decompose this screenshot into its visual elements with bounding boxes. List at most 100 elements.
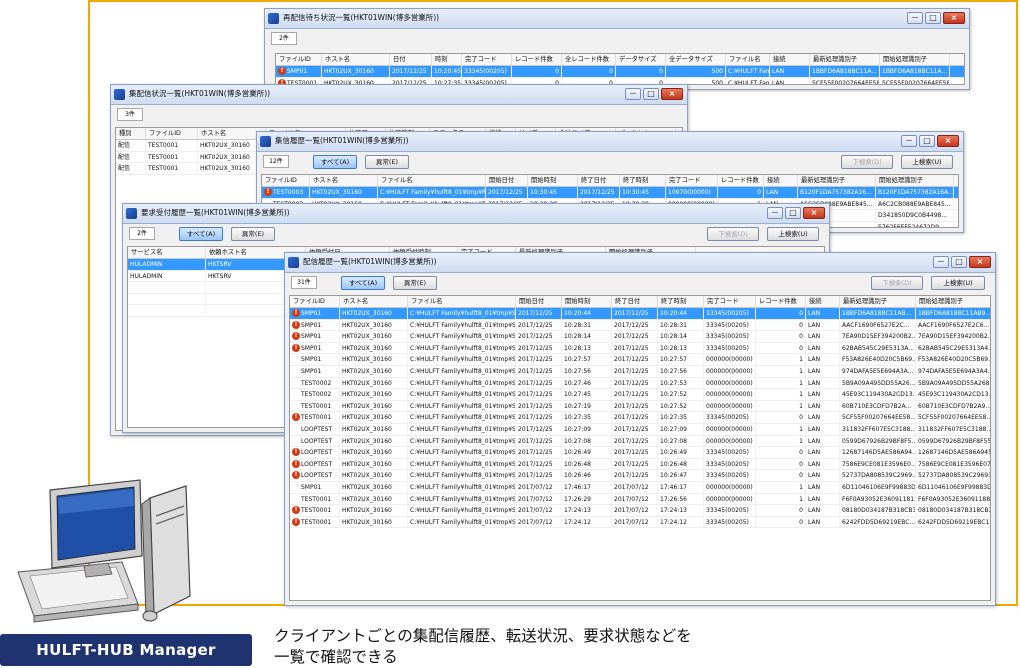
maximize-icon[interactable]: □ bbox=[925, 12, 941, 24]
column-header[interactable]: 接続 bbox=[764, 175, 798, 186]
table-row[interactable]: TEST0001 HKT02UX_30160 C:¥HULFT Family¥hul… bbox=[290, 400, 990, 413]
table-cell: 2017/12/25 bbox=[516, 319, 562, 331]
table-row[interactable]: TEST0002 HKT02UX_30160 C:¥HULFT Family¥hul… bbox=[290, 389, 990, 401]
column-header[interactable]: データサイズ bbox=[616, 54, 666, 65]
column-header[interactable]: ファイルID bbox=[276, 54, 322, 65]
column-header[interactable]: 開始日付 bbox=[486, 175, 528, 186]
title-bar[interactable]: 再配信待ち状況一覧(HKT01WIN(博多営業所)) － □ × bbox=[265, 9, 969, 29]
maximize-icon[interactable]: □ bbox=[643, 88, 659, 100]
column-header[interactable]: 開始処理識別子 bbox=[880, 54, 950, 65]
column-header[interactable]: 開始日付 bbox=[516, 296, 562, 307]
close-icon[interactable]: × bbox=[969, 256, 991, 268]
title-bar[interactable]: 集配信状況一覧(HKT01WIN(博多営業所)) － □ × bbox=[111, 85, 687, 105]
search-up-button[interactable]: 上検索(U) bbox=[901, 155, 953, 169]
table-row[interactable]: SMP01 HKT02UX_30160 C:¥HULFT Family¥hulft8… bbox=[290, 365, 990, 378]
cell-text: 6D11046106E9F99883D... bbox=[918, 483, 991, 491]
table-row[interactable]: SMP01 HKT02UX_30160 C:¥HULFT Family¥hulft8… bbox=[290, 481, 991, 494]
table-row[interactable]: ! SMP01 HKT02UX_30160 C:¥HULFT Family¥hulft… bbox=[290, 308, 990, 320]
table-row[interactable]: ! SMP01 HKT02UX_30160 C:¥HULFT Family¥hulft… bbox=[290, 319, 990, 332]
column-header[interactable]: ファイルID bbox=[262, 175, 310, 186]
column-header[interactable]: 開始時刻 bbox=[562, 296, 612, 307]
column-header[interactable]: 日付 bbox=[390, 54, 432, 65]
column-header[interactable]: 最新処理識別子 bbox=[810, 54, 880, 65]
maximize-icon[interactable]: □ bbox=[919, 135, 935, 147]
cell-text: 2017/12/25 bbox=[614, 425, 649, 433]
table-row[interactable]: ! TEST0003 HKT02UX_30160 C:¥HULFT Family¥hu… bbox=[262, 187, 958, 199]
column-header[interactable]: サービス名 bbox=[128, 247, 206, 258]
column-header[interactable]: 接続 bbox=[806, 296, 840, 307]
column-header[interactable]: 終了時刻 bbox=[658, 296, 704, 307]
cell-text: 10:26:48 bbox=[660, 460, 687, 468]
column-header[interactable]: 最新処理識別子 bbox=[798, 175, 876, 186]
error-filter-button[interactable]: 異常(E) bbox=[393, 276, 437, 290]
column-header[interactable]: 開始時刻 bbox=[528, 175, 578, 186]
search-up-button[interactable]: 上検索(U) bbox=[931, 276, 985, 290]
all-button[interactable]: すべて(A) bbox=[313, 155, 357, 169]
column-header[interactable]: 全レコード件数 bbox=[562, 54, 616, 65]
search-down-button[interactable]: 下検索(D) bbox=[707, 227, 759, 241]
title-bar[interactable]: 集信履歴一覧(HKT01WIN(博多営業所)) － □ × bbox=[257, 132, 963, 152]
cell-text: 5CF55F00207664EE58... bbox=[842, 414, 916, 422]
search-up-button[interactable]: 上検索(U) bbox=[767, 227, 819, 241]
close-icon[interactable]: × bbox=[803, 207, 825, 219]
column-header[interactable]: 開始処理識別子 bbox=[876, 175, 954, 186]
column-header[interactable]: 完了コード bbox=[704, 296, 756, 307]
column-header[interactable]: ホスト名 bbox=[310, 175, 378, 186]
title-bar[interactable]: 配信履歴一覧(HKT01WIN(博多営業所)) － □ × bbox=[285, 253, 995, 273]
column-header[interactable]: ホスト名 bbox=[340, 296, 408, 307]
search-down-button[interactable]: 下検索(D) bbox=[871, 276, 923, 290]
close-icon[interactable]: × bbox=[661, 88, 683, 100]
column-header[interactable]: ファイルID bbox=[290, 296, 340, 307]
column-header[interactable]: ファイル名 bbox=[378, 175, 486, 186]
table-row[interactable]: ! SMP01 HKT02UX_30160 C:¥HULFT Family¥hulft… bbox=[290, 331, 990, 343]
maximize-icon[interactable]: □ bbox=[951, 256, 967, 268]
table-row[interactable]: ! SMP01 HKT02UX_30160 2017/12/25 10:20:45 333… bbox=[276, 66, 964, 78]
column-header[interactable]: ホスト名 bbox=[322, 54, 390, 65]
table-row[interactable]: ! LOOPTEST HKT02UX_30160 C:¥HULFT Family¥hu… bbox=[290, 447, 990, 459]
column-header[interactable]: 完了コード bbox=[462, 54, 512, 65]
minimize-icon[interactable]: － bbox=[625, 88, 641, 100]
error-icon: ! bbox=[278, 67, 286, 75]
table-row[interactable]: LOOPTEST HKT02UX_30160 C:¥HULFT Family¥hul… bbox=[290, 423, 990, 436]
column-header[interactable]: 全データサイズ bbox=[666, 54, 726, 65]
column-header[interactable]: ファイル名 bbox=[408, 296, 516, 307]
search-down-button[interactable]: 下検索(D) bbox=[841, 155, 893, 169]
column-header[interactable]: 終了日付 bbox=[612, 296, 658, 307]
all-button[interactable]: すべて(A) bbox=[179, 227, 223, 241]
cell-text: 10:27:35 bbox=[564, 414, 591, 422]
title-bar[interactable]: 要求受付履歴一覧(HKT01WIN(博多営業所)) － □ × bbox=[123, 204, 829, 224]
table-row[interactable]: TEST0002 HKT02UX_30160 C:¥HULFT Family¥hul… bbox=[290, 377, 990, 390]
table-row[interactable]: ! TEST0001 HKT02UX_30160 C:¥HULFT Family¥hu… bbox=[290, 505, 990, 517]
column-header[interactable]: レコード件数 bbox=[756, 296, 806, 307]
column-header[interactable]: ファイルID bbox=[146, 128, 198, 139]
table-row[interactable]: ! LOOPTEST HKT02UX_30160 C:¥HULFT Family¥hu… bbox=[290, 470, 990, 482]
close-icon[interactable]: × bbox=[943, 12, 965, 24]
minimize-icon[interactable]: － bbox=[767, 207, 783, 219]
minimize-icon[interactable]: － bbox=[907, 12, 923, 24]
column-header[interactable]: 終了時刻 bbox=[620, 175, 666, 186]
table-row[interactable]: ! LOOPTEST HKT02UX_30160 C:¥HULFT Family¥hu… bbox=[290, 458, 990, 471]
column-header[interactable]: 完了コード bbox=[666, 175, 718, 186]
minimize-icon[interactable]: － bbox=[901, 135, 917, 147]
table-row[interactable]: ! SMP01 HKT02UX_30160 C:¥HULFT Family¥hulft… bbox=[290, 342, 990, 355]
table-row[interactable]: TEST0001 HKT02UX_30160 C:¥HULFT Family¥hul… bbox=[290, 493, 990, 506]
table-row[interactable]: ! TEST0001 HKT02UX_30160 C:¥HULFT Family¥hu… bbox=[290, 412, 990, 424]
column-header[interactable]: ファイル名 bbox=[726, 54, 770, 65]
minimize-icon[interactable]: － bbox=[933, 256, 949, 268]
table-row[interactable]: LOOPTEST HKT02UX_30160 C:¥HULFT Family¥hul… bbox=[290, 435, 990, 448]
column-header[interactable]: 種別 bbox=[116, 128, 146, 139]
column-header[interactable]: レコード件数 bbox=[718, 175, 764, 186]
column-header[interactable]: 時刻 bbox=[432, 54, 462, 65]
error-filter-button[interactable]: 異常(E) bbox=[231, 227, 275, 241]
column-header[interactable]: 接続 bbox=[770, 54, 810, 65]
table-row[interactable]: ! TEST0001 HKT02UX_30160 C:¥HULFT Family¥hu… bbox=[290, 516, 990, 529]
maximize-icon[interactable]: □ bbox=[785, 207, 801, 219]
all-button[interactable]: すべて(A) bbox=[341, 276, 385, 290]
error-filter-button[interactable]: 異常(E) bbox=[365, 155, 409, 169]
column-header[interactable]: 終了日付 bbox=[578, 175, 620, 186]
close-icon[interactable]: × bbox=[937, 135, 959, 147]
column-header[interactable]: レコード件数 bbox=[512, 54, 562, 65]
table-row[interactable]: SMP01 HKT02UX_30160 C:¥HULFT Family¥hulft8… bbox=[290, 354, 990, 366]
column-header[interactable]: 開始処理識別子 bbox=[916, 296, 990, 307]
column-header[interactable]: 最新処理識別子 bbox=[840, 296, 916, 307]
